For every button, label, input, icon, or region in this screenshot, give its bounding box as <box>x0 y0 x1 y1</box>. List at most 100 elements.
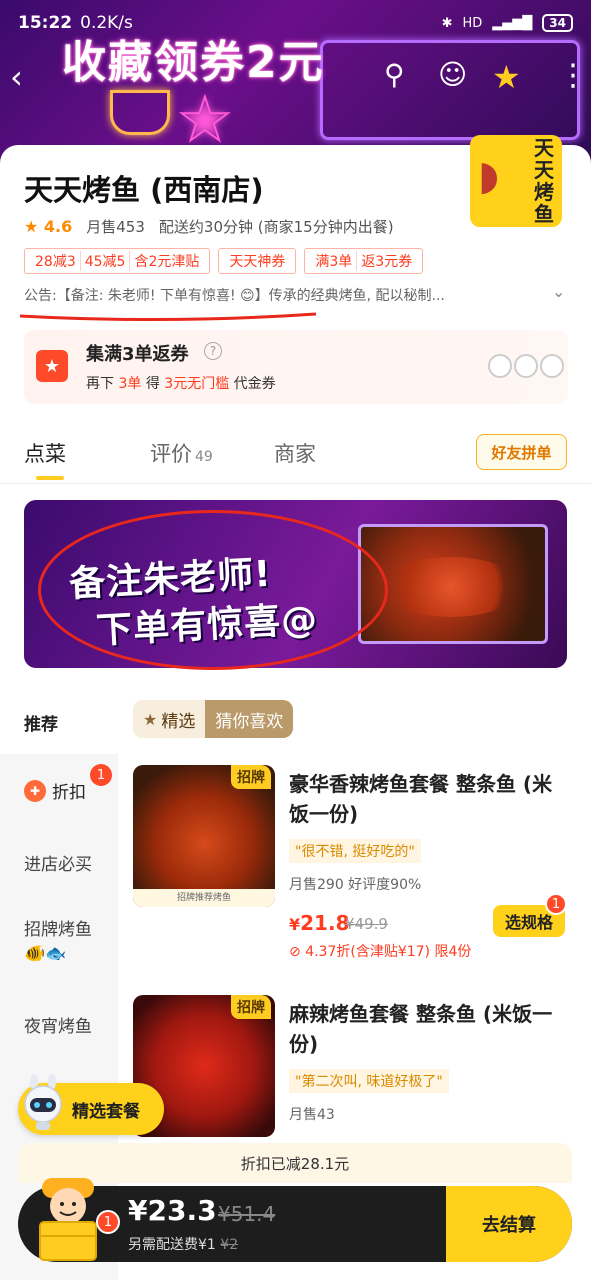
discount-info: ⊘ 4.37折(含津贴¥17) 限4份 <box>289 941 471 961</box>
sidebar-item-late-night[interactable]: 夜宵烤鱼 <box>24 1012 92 1037</box>
fee-text: 另需配送费¥1 <box>128 1237 216 1253</box>
logo-char: 鱼 <box>534 202 554 226</box>
product-sales: 月售290 好评度90% <box>289 877 422 893</box>
product-quote: "第二次叫, 味道好极了" <box>289 1069 449 1093</box>
product-name: 豪华香辣烤鱼套餐 整条鱼 (米饭一份) <box>289 772 553 826</box>
discount-tag-icon: ⊘ <box>289 944 306 960</box>
red-annotation-underline <box>19 312 317 322</box>
coupon-sub-text: 代金券 <box>233 376 276 392</box>
image-caption: 招牌推荐烤鱼 <box>133 889 275 907</box>
promo-seg: 28减3 <box>35 254 76 270</box>
fish-logo-icon: ◗ <box>478 153 500 199</box>
price-value: 21.8 <box>300 911 350 935</box>
logo-char: 天 <box>534 136 554 160</box>
promo-seg: 返3元券 <box>356 251 416 271</box>
promo-seg: 满3单 <box>315 254 353 270</box>
store-name: 天天烤鱼 (西南店) <box>24 173 264 207</box>
signature-tag: 招牌 <box>231 765 271 789</box>
coupon-sub-value: 3元无门槛 <box>164 376 230 392</box>
store-logo: ◗ 天 天 烤 鱼 <box>470 135 562 227</box>
robot-mascot-icon <box>24 1074 62 1130</box>
favorite-star-icon[interactable]: ★ <box>492 58 521 96</box>
promo-seg: 天天神券 <box>229 254 286 270</box>
promo-tag-discount[interactable]: 28减3 45减5 含2元津贴 <box>24 248 211 274</box>
section-label: 推荐 <box>24 715 58 735</box>
coupon-card[interactable]: ★ 集满3单返券 ? 再下 3单 得 3元无门槛 代金券 <box>24 330 568 404</box>
coupon-subtitle: 再下 3单 得 3元无门槛 代金券 <box>86 373 276 393</box>
back-icon[interactable]: ‹ <box>10 58 23 96</box>
filter-featured-label: 精选 <box>161 711 196 732</box>
checkout-button[interactable]: 去结算 <box>446 1186 572 1262</box>
coupon-sub-count: 3单 <box>118 376 142 392</box>
delivery-fee: 另需配送费¥1 ¥2 <box>128 1234 238 1254</box>
bluetooth-icon: ✱ <box>441 15 453 31</box>
more-icon[interactable]: ⋮ <box>558 58 588 93</box>
hd-icon: HD <box>462 15 483 31</box>
sidebar-item-label: 折扣 <box>52 783 86 803</box>
promo-tags[interactable]: 28减3 45减5 含2元津贴 天天神券 满3单 返3元券 <box>24 248 424 274</box>
sidebar-item-discount[interactable]: ✚ 折扣 <box>24 778 86 803</box>
nav-row: ‹ ⚲ ☺ ★ ⋮ <box>0 58 591 102</box>
spec-badge: 1 <box>545 893 567 915</box>
active-tab-indicator <box>36 476 64 480</box>
coupon-title: 集满3单返券 <box>86 344 189 365</box>
review-count: 49 <box>195 449 213 465</box>
coupon-progress <box>488 354 564 378</box>
product-name: 麻辣烤鱼套餐 整条鱼 (米饭一份) <box>289 1002 553 1056</box>
filter-guess[interactable]: 猜你喜欢 <box>205 700 294 738</box>
tab-merchant[interactable]: 商家 <box>274 438 316 468</box>
rating-star-icon: ★ <box>24 217 39 236</box>
product-quote: "很不错, 挺好吃的" <box>289 839 421 863</box>
ticket-icon: ★ <box>36 350 68 382</box>
cart-badge: 1 <box>96 1210 120 1234</box>
courier-cart-icon[interactable] <box>30 1166 106 1262</box>
progress-dot <box>488 354 512 378</box>
help-icon[interactable]: ? <box>204 342 222 360</box>
customer-service-icon[interactable]: ☺ <box>438 58 467 91</box>
tab-reviews[interactable]: 评价 49 <box>150 438 213 468</box>
discount-text: 4.37折(含津贴¥17) 限4份 <box>305 944 472 960</box>
store-notice[interactable]: 公告:【备注: 朱老师! 下单有惊喜! 😊】传承的经典烤鱼, 配以秘制... <box>24 285 544 305</box>
store-meta: ★ 4.6 月售453 配送约30分钟 (商家15分钟内出餐) <box>24 216 394 237</box>
cart-original-total: ¥51.4 <box>218 1202 276 1226</box>
status-bar: 15:22 0.2K/s ✱ HD ▂▄▆█ 34 <box>0 0 591 46</box>
coupon-sub-text: 得 <box>145 376 160 392</box>
sidebar-item-must-buy[interactable]: 进店必买 <box>24 850 92 875</box>
sidebar-badge: 1 <box>90 764 112 786</box>
battery-icon: 34 <box>542 14 573 32</box>
signature-tag: 招牌 <box>231 995 271 1019</box>
tab-reviews-label: 评价 <box>150 442 192 466</box>
tag-icon: ✚ <box>24 779 46 802</box>
promo-tag-coupon[interactable]: 天天神券 <box>218 248 297 274</box>
original-price: ¥49.9 <box>345 915 388 933</box>
search-icon[interactable]: ⚲ <box>384 58 405 91</box>
progress-dot <box>514 354 538 378</box>
monthly-sales: 月售453 <box>86 218 145 236</box>
logo-char: 烤 <box>534 180 554 204</box>
currency: ¥ <box>289 915 301 934</box>
product-price: ¥21.8 <box>289 911 350 935</box>
tab-order[interactable]: 点菜 <box>24 438 66 468</box>
filter-toggle[interactable]: ★ 精选 猜你喜欢 <box>133 700 294 738</box>
coupon-sub-text: 再下 <box>86 376 114 392</box>
status-icons: ✱ HD ▂▄▆█ 34 <box>442 14 573 32</box>
promo-tag-return[interactable]: 满3单 返3元券 <box>304 248 424 274</box>
sidebar-item-label: 招牌烤鱼 <box>24 920 92 940</box>
chevron-down-icon[interactable]: ⌄ <box>552 282 565 301</box>
sidebar-item-signature[interactable]: 招牌烤鱼 🐠🐟 <box>24 918 92 966</box>
product-sales: 月售43 <box>289 1107 335 1123</box>
fish-emoji-icon: 🐠🐟 <box>24 944 67 964</box>
tab-bar: 点菜 评价 49 商家 好友拼单 <box>0 430 591 484</box>
group-order-button[interactable]: 好友拼单 <box>476 434 567 470</box>
network-speed: 0.2K/s <box>80 13 133 33</box>
logo-char: 天 <box>534 158 554 182</box>
promo-seg: 含2元津贴 <box>129 251 203 271</box>
crown-icon: ★ <box>143 709 158 729</box>
cart-total: ¥23.3 <box>128 1194 217 1227</box>
red-annotation-circle <box>38 510 388 670</box>
rating-value: 4.6 <box>43 217 73 236</box>
filter-featured[interactable]: ★ 精选 <box>133 700 206 738</box>
progress-dot <box>540 354 564 378</box>
signal-icon: ▂▄▆█ <box>492 15 533 31</box>
fee-original: ¥2 <box>220 1237 239 1253</box>
